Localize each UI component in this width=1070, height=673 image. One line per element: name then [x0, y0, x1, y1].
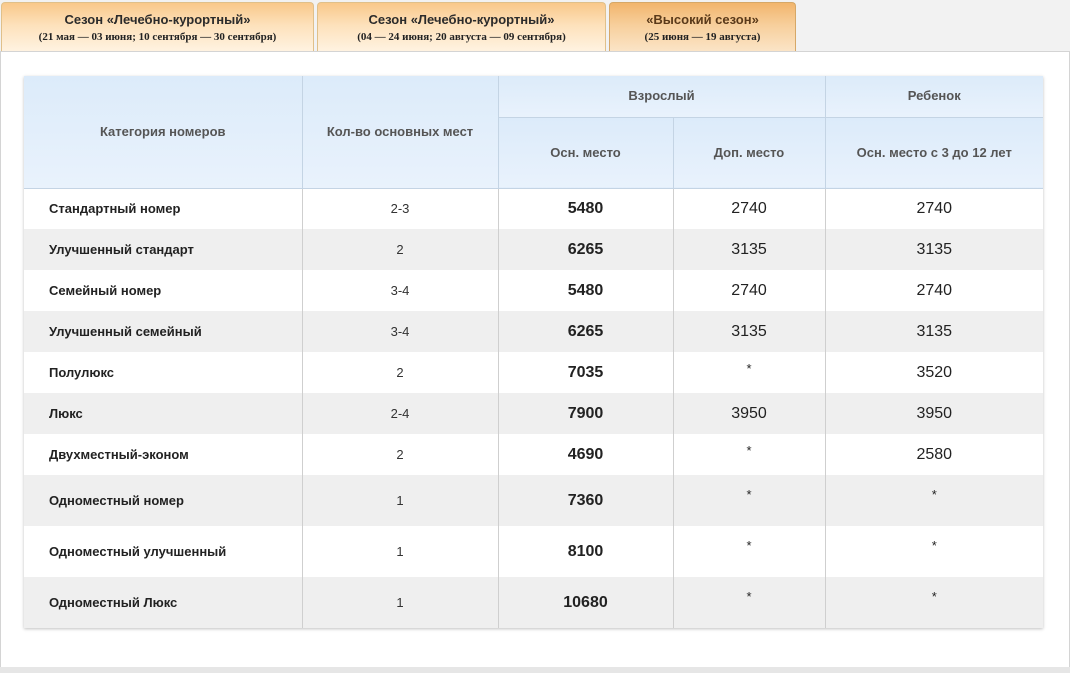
places-cell: 2-4 [302, 393, 499, 434]
places-cell: 1 [302, 475, 499, 526]
tab-dates: (21 мая — 03 июня; 10 сентября — 30 сент… [38, 31, 277, 43]
room-category-cell: Улучшенный стандарт [24, 229, 303, 270]
places-cell: 1 [302, 526, 499, 577]
tab-title: Сезон «Лечебно-курортный» [368, 12, 555, 27]
adult-extra-price-cell: 3950 [673, 393, 826, 434]
places-cell: 1 [302, 577, 499, 628]
adult-extra-price-cell: * [673, 434, 826, 475]
room-category-cell: Двухместный-эконом [24, 434, 303, 475]
header-child: Ребенок [825, 76, 1043, 118]
room-category-cell: Полулюкс [24, 352, 303, 393]
table-row: Стандартный номер 2-3 5480 2740 2740 [24, 188, 1043, 229]
tab-dates: (04 — 24 июня; 20 августа — 09 сентября) [357, 31, 566, 43]
header-adult: Взрослый [498, 76, 826, 118]
table-row: Улучшенный стандарт 2 6265 3135 3135 [24, 229, 1043, 270]
adult-extra-price-cell: * [673, 475, 826, 526]
room-category-cell: Люкс [24, 393, 303, 434]
price-table-body: Стандартный номер 2-3 5480 2740 2740 Улучшенн… [24, 188, 1043, 628]
room-category-cell: Улучшенный семейный [24, 311, 303, 352]
child-main-price-cell: 3135 [825, 311, 1043, 352]
header-child-main: Осн. место с 3 до 12 лет [825, 117, 1043, 189]
table-row: Двухместный-эконом 2 4690 * 2580 [24, 434, 1043, 475]
adult-main-price-cell: 5480 [498, 188, 674, 229]
adult-extra-price-cell: * [673, 352, 826, 393]
adult-extra-price-cell: 2740 [673, 188, 826, 229]
table-row: Полулюкс 2 7035 * 3520 [24, 352, 1043, 393]
adult-main-price-cell: 6265 [498, 229, 674, 270]
tab-season-spa-2[interactable]: Сезон «Лечебно-курортный» (04 — 24 июня;… [317, 2, 606, 52]
header-adult-extra: Доп. место [673, 117, 826, 189]
adult-main-price-cell: 8100 [498, 526, 674, 577]
places-cell: 2 [302, 229, 499, 270]
adult-extra-price-cell: 2740 [673, 270, 826, 311]
places-cell: 3-4 [302, 311, 499, 352]
adult-main-price-cell: 10680 [498, 577, 674, 628]
adult-extra-price-cell: 3135 [673, 311, 826, 352]
table-row: Одноместный улучшенный 1 8100 * * [24, 526, 1043, 577]
child-main-price-cell: * [825, 577, 1043, 628]
places-cell: 2 [302, 352, 499, 393]
room-category-cell: Стандартный номер [24, 188, 303, 229]
child-main-price-cell: 3950 [825, 393, 1043, 434]
places-cell: 2 [302, 434, 499, 475]
child-main-price-cell: 3520 [825, 352, 1043, 393]
child-main-price-cell: 2740 [825, 188, 1043, 229]
child-main-price-cell: 2740 [825, 270, 1043, 311]
header-category: Категория номеров [24, 76, 303, 189]
room-category-cell: Одноместный Люкс [24, 577, 303, 628]
header-adult-main: Осн. место [498, 117, 674, 189]
tab-title: Сезон «Лечебно-курортный» [64, 12, 251, 27]
child-main-price-cell: 3135 [825, 229, 1043, 270]
table-row: Люкс 2-4 7900 3950 3950 [24, 393, 1043, 434]
tab-content-panel: Категория номеров Кол-во основных мест В… [0, 51, 1070, 670]
season-tabs: Сезон «Лечебно-курортный» (21 мая — 03 и… [0, 0, 1070, 52]
adult-main-price-cell: 7035 [498, 352, 674, 393]
places-cell: 2-3 [302, 188, 499, 229]
table-row: Одноместный номер 1 7360 * * [24, 475, 1043, 526]
child-main-price-cell: 2580 [825, 434, 1043, 475]
child-main-price-cell: * [825, 526, 1043, 577]
tab-title: «Высокий сезон» [646, 12, 759, 27]
adult-main-price-cell: 6265 [498, 311, 674, 352]
bottom-divider [0, 667, 1070, 673]
room-category-cell: Одноместный номер [24, 475, 303, 526]
header-places: Кол-во основных мест [302, 76, 499, 189]
adult-main-price-cell: 5480 [498, 270, 674, 311]
adult-main-price-cell: 7900 [498, 393, 674, 434]
table-row: Одноместный Люкс 1 10680 * * [24, 577, 1043, 628]
tab-season-spa-1[interactable]: Сезон «Лечебно-курортный» (21 мая — 03 и… [1, 2, 314, 52]
adult-extra-price-cell: * [673, 526, 826, 577]
places-cell: 3-4 [302, 270, 499, 311]
price-table: Категория номеров Кол-во основных мест В… [24, 76, 1043, 628]
adult-main-price-cell: 4690 [498, 434, 674, 475]
table-row: Улучшенный семейный 3-4 6265 3135 3135 [24, 311, 1043, 352]
adult-extra-price-cell: * [673, 577, 826, 628]
child-main-price-cell: * [825, 475, 1043, 526]
tab-high-season[interactable]: «Высокий сезон» (25 июня — 19 августа) [609, 2, 796, 52]
adult-extra-price-cell: 3135 [673, 229, 826, 270]
adult-main-price-cell: 7360 [498, 475, 674, 526]
room-category-cell: Одноместный улучшенный [24, 526, 303, 577]
table-row: Семейный номер 3-4 5480 2740 2740 [24, 270, 1043, 311]
tab-dates: (25 июня — 19 августа) [644, 31, 761, 43]
room-category-cell: Семейный номер [24, 270, 303, 311]
